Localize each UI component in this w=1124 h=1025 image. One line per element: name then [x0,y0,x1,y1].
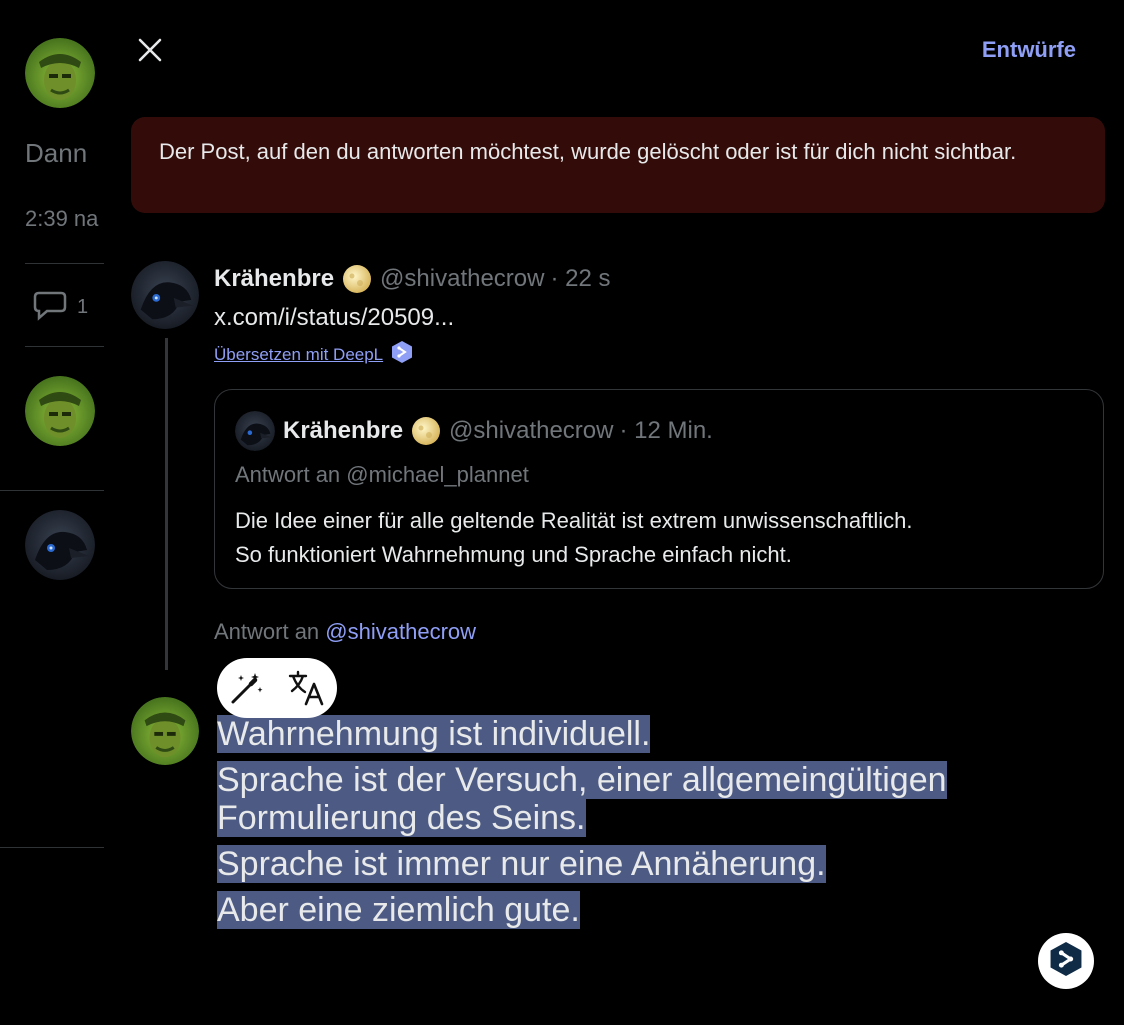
divider [0,847,104,848]
thread-line [165,338,168,670]
drafts-button[interactable]: Entwürfe [982,37,1076,63]
replying-to-prefix: Antwort an [214,619,320,644]
deepl-icon [383,340,413,369]
replying-to-mention[interactable]: @shivathecrow [325,619,476,644]
tweet-author-avatar[interactable] [131,261,199,329]
moon-badge-icon [342,264,372,294]
quoted-author-name: Krähenbre [283,417,404,444]
quoted-timestamp: · 12 Min. [619,417,713,444]
divider [25,263,104,264]
close-icon [138,38,162,67]
tweet-link[interactable]: x.com/i/status/20509... [214,304,454,332]
reply-count[interactable]: 1 [33,289,88,326]
quoted-author-avatar [235,411,275,451]
quoted-body-line: So funktioniert Wahrnehmung und Sprache … [235,542,792,567]
translate-label: Übersetzen mit DeepL [214,344,384,364]
compose-line: Wahrnehmung ist individuell. [217,715,651,753]
deepl-button[interactable] [1038,933,1094,989]
tweet-author-handle[interactable]: @shivathecrow [380,265,544,293]
avatar[interactable] [25,510,95,580]
reply-count-value: 1 [77,296,89,318]
deepl-icon [1049,940,1083,983]
background-name-fragment: Dann [25,138,88,168]
quoted-body-line: Die Idee einer für alle geltende Realitä… [235,508,913,533]
avatar[interactable] [25,38,95,108]
reply-bubble-icon [33,289,67,326]
replying-to: Antwort an @shivathecrow [214,619,476,645]
quoted-tweet-header: Krähenbre @shivathecrow · 12 Min. [283,416,713,446]
error-banner: Der Post, auf den du antworten möchtest,… [131,117,1105,213]
close-button[interactable] [132,34,168,70]
tweet-author-name[interactable]: Krähenbre [214,265,334,293]
translate-link[interactable]: Übersetzen mit DeepL [214,340,413,369]
translate-icon[interactable] [288,670,326,706]
avatar[interactable] [25,376,95,446]
magic-wand-icon[interactable] [229,670,265,706]
divider [25,346,104,347]
compose-line: Sprache ist immer nur eine Annäherung. [217,845,826,883]
moon-badge-icon [411,416,441,446]
reply-dialog: Entwürfe Der Post, auf den du antworten … [104,0,1124,1025]
compose-textarea[interactable]: Wahrnehmung ist individuell. Sprache ist… [217,711,947,933]
quoted-reply-context: Antwort an @michael_plannet [235,462,529,487]
tweet-timestamp[interactable]: · 22 s [550,265,610,293]
quoted-author-handle: @shivathecrow [449,417,614,444]
background-timeline: Dann 2:39 na 1 [0,0,104,1025]
divider [0,490,104,491]
compose-line: Aber eine ziemlich gute. [217,891,580,929]
quoted-tweet-card[interactable]: Krähenbre @shivathecrow · 12 Min. Antwor… [214,389,1104,589]
selection-toolbar [217,658,337,718]
tweet-header: Krähenbre @shivathecrow · 22 s [214,264,611,294]
background-time-fragment: 2:39 na [25,206,99,231]
quoted-tweet-body: Die Idee einer für alle geltende Realitä… [235,504,1085,572]
composer-avatar[interactable] [131,697,199,765]
